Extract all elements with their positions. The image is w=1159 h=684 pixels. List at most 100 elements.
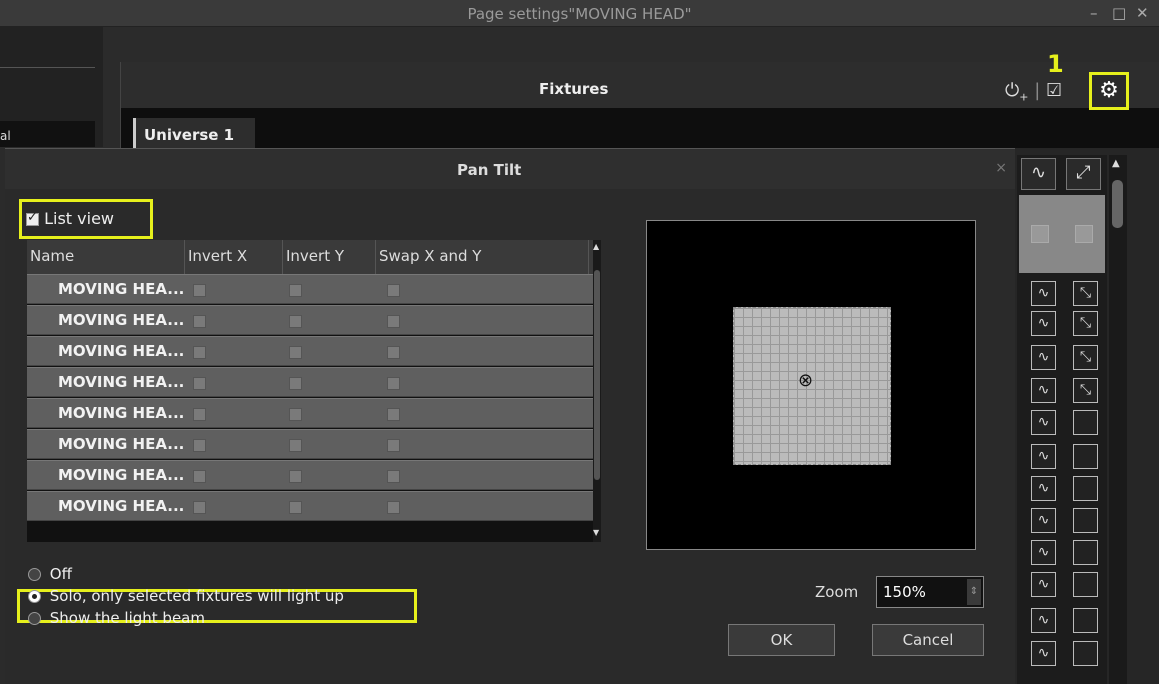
radio-solo[interactable]: Solo, only selected fixtures will light … — [28, 585, 344, 607]
zoom-value: 150% — [883, 583, 926, 601]
tab-universe-1[interactable]: Universe 1 — [133, 118, 255, 148]
crosshair-icon[interactable]: ⊗ — [798, 370, 813, 391]
minimize-button[interactable]: – — [1090, 4, 1098, 22]
add-fixture-icon[interactable]: ⏻+ — [1005, 80, 1028, 104]
zoom-input[interactable]: 150% ⇕ — [876, 576, 984, 608]
expand-icon[interactable]: ⤡ — [1073, 378, 1098, 403]
wave-icon[interactable]: ∿ — [1031, 476, 1056, 501]
expand-icon[interactable]: ⤢ — [1066, 158, 1101, 190]
pan-tilt-grid[interactable]: ⊗ — [733, 307, 891, 465]
invert-x-checkbox[interactable] — [193, 346, 206, 359]
dialog-close-icon[interactable]: × — [995, 160, 1007, 176]
swap-checkbox[interactable] — [387, 408, 400, 421]
invert-x-checkbox[interactable] — [193, 470, 206, 483]
wave-icon[interactable]: ∿ — [1031, 572, 1056, 597]
scroll-thumb[interactable] — [594, 270, 600, 480]
gear-icon[interactable]: ⚙ — [1089, 72, 1129, 110]
wave-icon[interactable]: ∿ — [1031, 378, 1056, 403]
wave-icon[interactable]: ∿ — [1031, 641, 1056, 666]
radio-icon[interactable] — [28, 612, 41, 625]
invert-x-checkbox[interactable] — [193, 377, 206, 390]
invert-y-checkbox[interactable] — [289, 346, 302, 359]
invert-y-checkbox[interactable] — [289, 315, 302, 328]
square-icon[interactable] — [1073, 508, 1098, 533]
pan-tilt-dialog: Pan Tilt × List view Name Invert X Inver… — [5, 148, 1015, 684]
column-name[interactable]: Name — [27, 240, 185, 274]
maximize-button[interactable]: □ — [1112, 4, 1126, 22]
invert-y-checkbox[interactable] — [289, 501, 302, 514]
radio-label: Off — [49, 565, 72, 583]
wave-icon[interactable]: ∿ — [1031, 540, 1056, 565]
side-scrollbar[interactable]: ▲ — [1109, 155, 1127, 684]
list-view-checkbox[interactable]: List view — [26, 209, 114, 228]
radio-show-beam[interactable]: Show the light beam — [28, 607, 344, 629]
wave-icon[interactable]: ∿ — [1031, 281, 1056, 306]
square-icon[interactable] — [1073, 476, 1098, 501]
radio-icon[interactable] — [28, 568, 41, 581]
checkbox-icon[interactable] — [26, 210, 39, 226]
scroll-thumb[interactable] — [1112, 180, 1123, 228]
swap-checkbox[interactable] — [387, 284, 400, 297]
radio-icon[interactable] — [28, 590, 41, 603]
column-swap-xy[interactable]: Swap X and Y — [376, 240, 589, 274]
wave-icon[interactable]: ∿ — [1031, 444, 1056, 469]
wave-icon[interactable]: ∿ — [1031, 311, 1056, 336]
square-icon[interactable] — [1073, 641, 1098, 666]
invert-y-checkbox[interactable] — [289, 408, 302, 421]
invert-x-checkbox[interactable] — [193, 408, 206, 421]
radio-off[interactable]: Off — [28, 563, 344, 585]
table-row[interactable]: MOVING HEA... — [27, 274, 593, 304]
wave-icon[interactable]: ∿ — [1031, 410, 1056, 435]
zoom-spinner-icon[interactable]: ⇕ — [967, 579, 981, 605]
invert-y-checkbox[interactable] — [289, 284, 302, 297]
scroll-down-icon[interactable]: ▼ — [593, 528, 599, 537]
invert-x-checkbox[interactable] — [193, 315, 206, 328]
edit-icon[interactable]: ☑ — [1046, 80, 1062, 101]
invert-y-checkbox[interactable] — [289, 470, 302, 483]
close-button[interactable]: ✕ — [1136, 4, 1149, 22]
table-row[interactable]: MOVING HEA... — [27, 336, 593, 366]
zoom-label: Zoom — [815, 583, 859, 601]
wave-icon[interactable]: ∿ — [1021, 158, 1056, 190]
window-titlebar: Page settings"MOVING HEAD" – □ ✕ — [0, 0, 1159, 27]
square-icon[interactable] — [1073, 540, 1098, 565]
invert-y-checkbox[interactable] — [289, 377, 302, 390]
fixture-cell[interactable] — [1031, 225, 1049, 243]
table-row[interactable]: MOVING HEA... — [27, 460, 593, 490]
column-invert-x[interactable]: Invert X — [185, 240, 283, 274]
swap-checkbox[interactable] — [387, 501, 400, 514]
column-invert-y[interactable]: Invert Y — [283, 240, 376, 274]
pan-tilt-preview[interactable]: ⊗ — [646, 220, 976, 550]
fixture-name: MOVING HEA... — [58, 373, 185, 391]
table-scrollbar[interactable]: ▲ ▼ — [593, 240, 601, 542]
swap-checkbox[interactable] — [387, 470, 400, 483]
invert-y-checkbox[interactable] — [289, 439, 302, 452]
wave-icon[interactable]: ∿ — [1031, 608, 1056, 633]
square-icon[interactable] — [1073, 608, 1098, 633]
wave-icon[interactable]: ∿ — [1031, 508, 1056, 533]
scroll-up-icon[interactable]: ▲ — [593, 242, 599, 251]
expand-icon[interactable]: ⤡ — [1073, 281, 1098, 306]
table-row[interactable]: MOVING HEA... — [27, 367, 593, 397]
wave-icon[interactable]: ∿ — [1031, 345, 1056, 370]
expand-icon[interactable]: ⤡ — [1073, 345, 1098, 370]
swap-checkbox[interactable] — [387, 315, 400, 328]
expand-icon[interactable]: ⤡ — [1073, 311, 1098, 336]
cancel-button[interactable]: Cancel — [872, 624, 984, 656]
invert-x-checkbox[interactable] — [193, 439, 206, 452]
table-row[interactable]: MOVING HEA... — [27, 491, 593, 521]
swap-checkbox[interactable] — [387, 377, 400, 390]
swap-checkbox[interactable] — [387, 439, 400, 452]
square-icon[interactable] — [1073, 444, 1098, 469]
fixture-cell[interactable] — [1075, 225, 1093, 243]
table-row[interactable]: MOVING HEA... — [27, 398, 593, 428]
invert-x-checkbox[interactable] — [193, 284, 206, 297]
table-row[interactable]: MOVING HEA... — [27, 305, 593, 335]
swap-checkbox[interactable] — [387, 346, 400, 359]
square-icon[interactable] — [1073, 572, 1098, 597]
table-row[interactable]: MOVING HEA... — [27, 429, 593, 459]
square-icon[interactable] — [1073, 410, 1098, 435]
scroll-up-icon[interactable]: ▲ — [1112, 158, 1120, 169]
invert-x-checkbox[interactable] — [193, 501, 206, 514]
ok-button[interactable]: OK — [728, 624, 835, 656]
